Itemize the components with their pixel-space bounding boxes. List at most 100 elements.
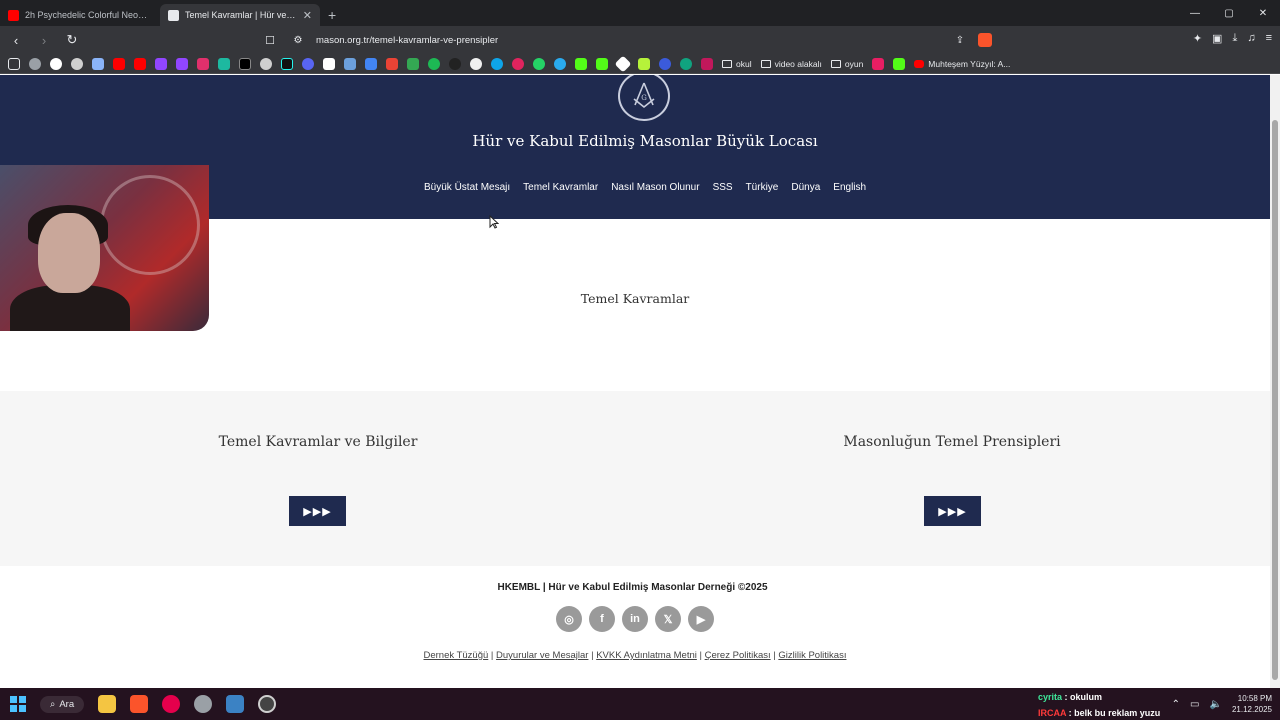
card-button-temel-prensipler[interactable]: ▶▶▶ (924, 496, 981, 526)
chevron-up-icon[interactable]: ⌃ (1172, 699, 1180, 710)
whatsapp-icon[interactable] (533, 57, 545, 70)
gemini-icon[interactable] (92, 57, 104, 70)
taskbar-search[interactable]: ⌕ Ara (40, 695, 85, 713)
square-compass-logo-icon[interactable]: G (618, 75, 670, 121)
obs-icon[interactable] (258, 695, 277, 713)
discord-icon[interactable] (302, 57, 314, 70)
spotify-icon[interactable] (428, 57, 440, 70)
footer-link-duyurular[interactable]: Duyurular ve Mesajlar (496, 650, 588, 661)
back-button[interactable]: ‹ (6, 33, 26, 48)
tab-youtube[interactable]: 2h Psychedelic Colorful Neon Backgr (0, 4, 160, 26)
close-window-button[interactable]: ✕ (1246, 8, 1280, 19)
music-icon[interactable]: ♫ (1247, 32, 1255, 45)
edge-icon[interactable] (491, 57, 503, 70)
brave-shields-icon[interactable] (978, 33, 992, 47)
nav-english[interactable]: English (833, 182, 866, 193)
app-icon[interactable] (872, 57, 885, 70)
file-explorer-icon[interactable] (98, 695, 117, 713)
github-icon[interactable] (470, 57, 482, 70)
gmail-icon[interactable] (386, 57, 398, 70)
app-icon[interactable] (701, 57, 713, 70)
media-player-icon[interactable] (162, 695, 181, 713)
nav-dunya[interactable]: Dünya (791, 182, 820, 193)
link-icon[interactable] (260, 57, 272, 70)
site-title[interactable]: Hür ve Kabul Edilmiş Masonlar Büyük Loca… (0, 132, 1270, 150)
app-icon[interactable] (218, 57, 230, 70)
linkedin-icon[interactable]: in (622, 606, 648, 632)
kick-icon[interactable] (893, 57, 906, 70)
drive-icon[interactable] (407, 57, 419, 70)
app-icon[interactable] (194, 695, 213, 713)
kick-icon[interactable] (596, 57, 608, 70)
browser-tab-bar: 2h Psychedelic Colorful Neon Backgr Teme… (0, 0, 1280, 26)
youtube-icon[interactable]: ▶ (688, 606, 714, 632)
share-icon[interactable]: ⇪ (950, 35, 970, 46)
app-icon[interactable] (449, 57, 461, 70)
capcut-icon[interactable] (323, 57, 335, 70)
footer-copyright: HKEMBL | Hür ve Kabul Edilmiş Masonlar D… (497, 582, 768, 593)
history-icon[interactable] (29, 57, 41, 70)
nav-sss[interactable]: SSS (713, 182, 733, 193)
instagram-icon[interactable] (197, 57, 209, 70)
bookmark-folder-oyun[interactable]: oyun (830, 59, 863, 69)
footer-link-cerez[interactable]: Çerez Politikası (705, 650, 771, 661)
extensions-icon[interactable]: ✦ (1193, 32, 1202, 45)
bookmark-icon[interactable]: ☐ (260, 34, 280, 47)
x-icon[interactable] (239, 57, 251, 70)
volume-icon[interactable]: 🔈 (1210, 699, 1222, 710)
app-icon[interactable] (680, 57, 692, 70)
nav-turkiye[interactable]: Türkiye (746, 182, 779, 193)
photos-icon[interactable] (226, 695, 245, 713)
app-icon[interactable] (344, 57, 356, 70)
twitch-icon[interactable] (176, 57, 188, 70)
url-text[interactable]: mason.org.tr/temel-kavramlar-ve-prensipl… (316, 35, 942, 46)
apps-icon[interactable] (8, 57, 20, 70)
minimize-button[interactable]: — (1178, 8, 1212, 19)
youtube-icon[interactable] (134, 57, 146, 70)
nav-buyuk-ustat-mesaji[interactable]: Büyük Üstat Mesajı (424, 182, 510, 193)
bookmark-muhtesem-yuzyil[interactable]: Muhteşem Yüzyıl: A... (914, 59, 1010, 69)
app-icon[interactable] (614, 55, 632, 72)
clock[interactable]: 10:58 PM 21.12.2025 (1232, 693, 1272, 715)
forward-button[interactable]: › (34, 33, 54, 48)
tab-temel-kavramlar[interactable]: Temel Kavramlar | Hür ve Kabul E ✕ (160, 4, 320, 26)
app-icon[interactable] (512, 57, 524, 70)
new-tab-button[interactable]: + (320, 7, 344, 26)
chatgpt-icon[interactable] (71, 57, 83, 70)
app-icon[interactable] (638, 57, 650, 70)
tiktok-icon[interactable] (281, 57, 293, 70)
google-icon[interactable] (50, 57, 62, 70)
facebook-icon[interactable]: f (589, 606, 615, 632)
menu-icon[interactable]: ≡ (1266, 32, 1272, 45)
brave-browser-icon[interactable] (130, 695, 149, 713)
site-info-icon[interactable]: ⚙ (288, 35, 308, 46)
telegram-icon[interactable] (554, 57, 566, 70)
instagram-icon[interactable]: ◎ (556, 606, 582, 632)
page-scrollbar[interactable] (1270, 75, 1280, 688)
app-icon[interactable] (659, 57, 671, 70)
maximize-button[interactable]: ▢ (1212, 8, 1246, 19)
youtube-icon[interactable] (113, 57, 125, 70)
footer-link-kvkk[interactable]: KVKK Aydınlatma Metni (596, 650, 697, 661)
sidebar-icon[interactable]: ▣ (1212, 32, 1222, 45)
x-icon[interactable]: 𝕏 (655, 606, 681, 632)
nav-nasil-mason-olunur[interactable]: Nasıl Mason Olunur (611, 182, 699, 193)
footer-link-gizlilik[interactable]: Gizlilik Politikası (778, 650, 846, 661)
nav-temel-kavramlar[interactable]: Temel Kavramlar (523, 182, 598, 193)
bookmark-folder-video[interactable]: video alakalı (760, 59, 822, 69)
windows-start-icon[interactable] (10, 696, 26, 712)
youtube-icon (8, 9, 19, 21)
footer-link-dernek-tuzugu[interactable]: Dernek Tüzüğü (424, 650, 489, 661)
address-bar[interactable]: ☐ ⚙ mason.org.tr/temel-kavramlar-ve-pren… (252, 29, 1000, 51)
close-tab-icon[interactable]: ✕ (303, 9, 312, 22)
download-icon[interactable]: ⤓ (1232, 32, 1237, 45)
network-icon[interactable]: ▭ (1190, 699, 1199, 710)
card-button-temel-kavramlar[interactable]: ▶▶▶ (289, 496, 346, 526)
twitch-icon[interactable] (155, 57, 167, 70)
toolbar-actions: ✦ ▣ ⤓ ♫ ≡ (1193, 32, 1272, 45)
translate-icon[interactable] (365, 57, 377, 70)
kick-icon[interactable] (575, 57, 587, 70)
scrollbar-thumb[interactable] (1272, 120, 1278, 680)
bookmark-folder-okul[interactable]: okul (722, 59, 752, 69)
reload-button[interactable]: ↻ (62, 32, 82, 48)
